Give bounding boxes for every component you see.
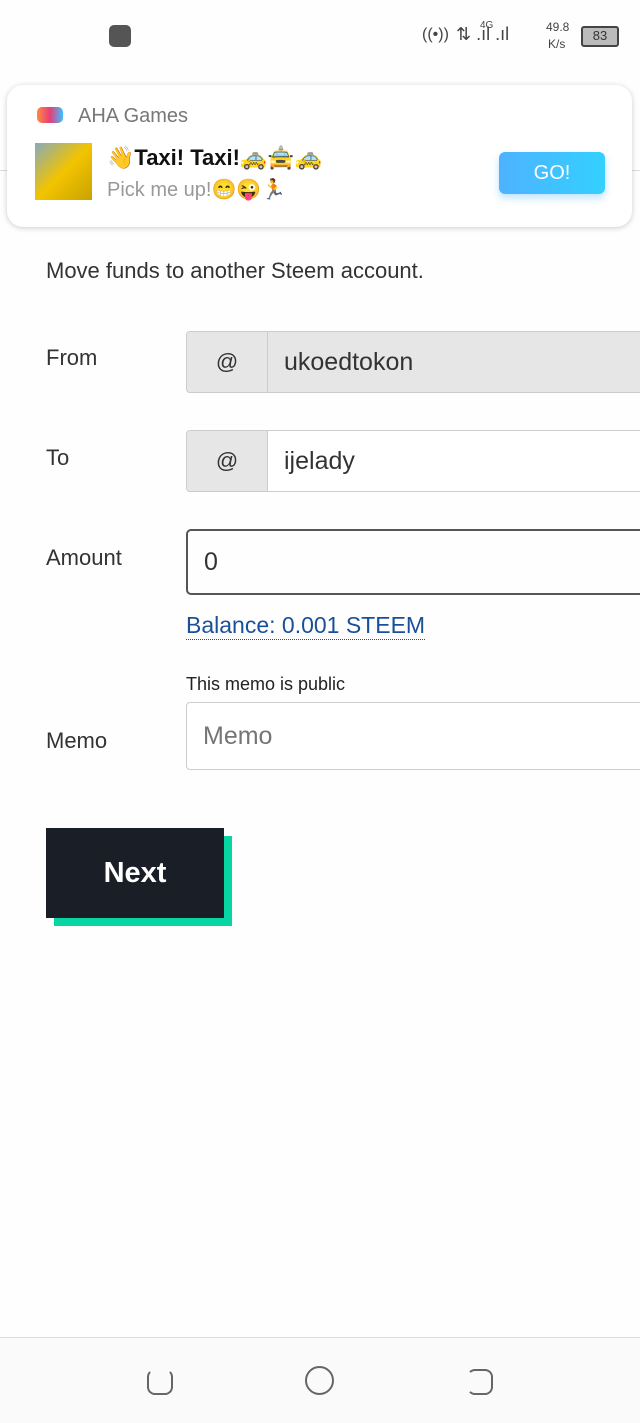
go-button[interactable]: GO! (499, 152, 605, 194)
to-label: To (46, 445, 70, 470)
from-value: ukoedtokon (284, 347, 414, 376)
amount-label: Amount (46, 545, 122, 570)
nav-bar (0, 1337, 640, 1423)
notification-card[interactable]: AHA Games 👋Taxi! Taxi!🚕🚖🚕 Pick me up!😁😜🏃… (7, 85, 632, 227)
memo-public-note: This memo is public (186, 674, 346, 694)
game-thumbnail (35, 143, 92, 200)
home-icon[interactable] (305, 1366, 334, 1395)
back-icon[interactable] (467, 1369, 493, 1395)
speed-unit: K/s (548, 37, 566, 51)
notification-body: Pick me up!😁😜🏃 (107, 179, 287, 201)
from-field: @ ukoedtokon (186, 331, 640, 393)
game-icon (109, 25, 131, 47)
recents-icon[interactable] (147, 1369, 173, 1395)
speed-value: 49.8 (546, 20, 570, 34)
next-button[interactable]: Next (46, 828, 224, 918)
app-logo-icon (37, 107, 63, 123)
at-prefix: @ (187, 332, 268, 392)
memo-label: Memo (46, 728, 108, 753)
from-label: From (46, 345, 98, 370)
balance-link[interactable]: Balance: 0.001 STEEM (186, 612, 426, 640)
battery-icon: 83 (581, 26, 619, 47)
app-name: AHA Games (78, 105, 189, 127)
form-description: Move funds to another Steem account. (46, 258, 424, 283)
signal-icon: ⇅ .ıl .ıl (456, 24, 510, 44)
amount-input[interactable]: 0 (186, 529, 640, 595)
notification-title: 👋Taxi! Taxi!🚕🚖🚕 (107, 145, 323, 170)
to-field[interactable]: @ ijelady (186, 430, 640, 492)
status-bar: ((•)) 4G ⇅ .ıl .ıl 49.8 K/s 83 (0, 0, 640, 70)
to-input[interactable]: ijelady (268, 431, 640, 491)
memo-input[interactable] (186, 702, 640, 770)
hotspot-icon: ((•)) (422, 26, 449, 43)
at-prefix: @ (187, 431, 268, 491)
